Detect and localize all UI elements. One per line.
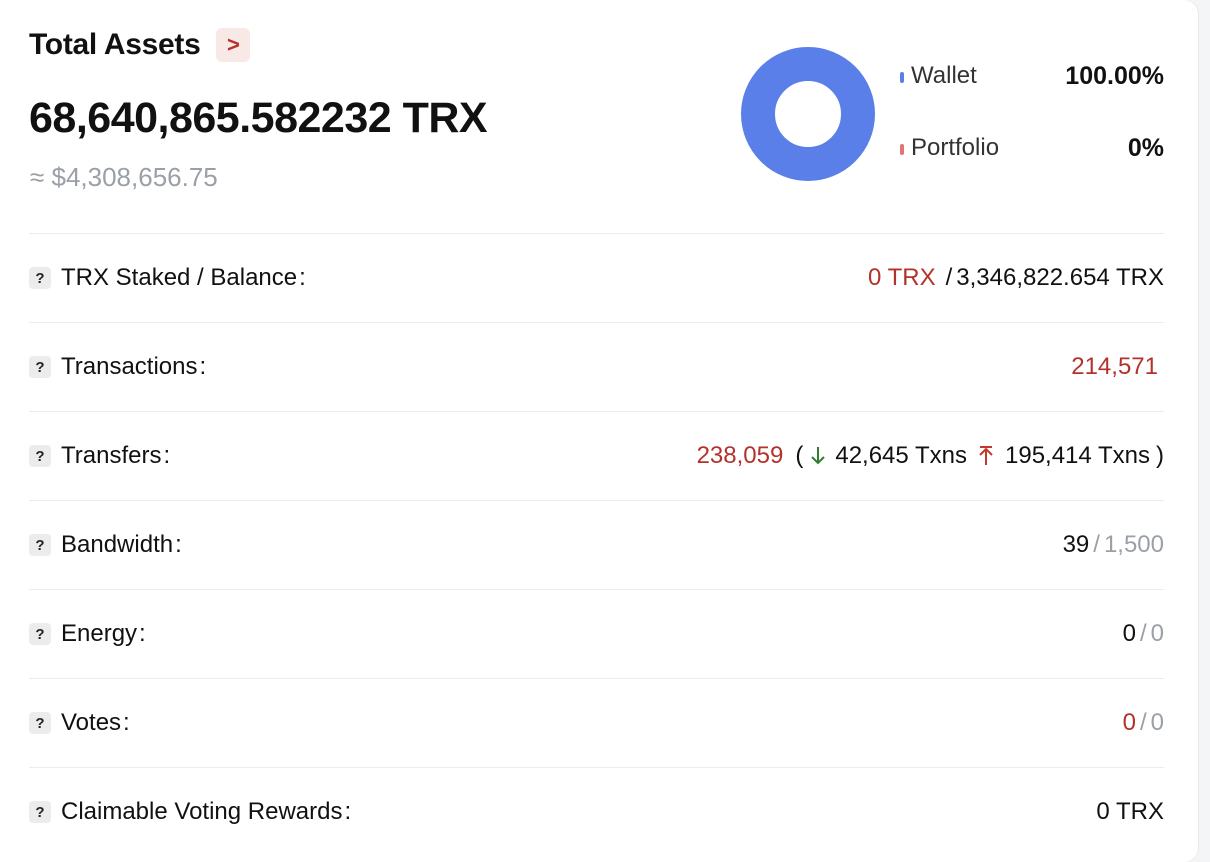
page-title: Total Assets xyxy=(29,28,201,61)
help-icon[interactable]: ? xyxy=(29,445,51,467)
legend-marker-portfolio xyxy=(900,144,904,155)
stat-value-group: 238,059 ( 42,645 Txns 195,414 Txns ) xyxy=(697,442,1164,470)
outgoing-transfers: 195,414 Txns xyxy=(1005,442,1150,469)
stat-value-group: 214,571 xyxy=(1071,353,1164,381)
stat-value-group: 0 / 0 xyxy=(1123,620,1164,648)
energy-limit: 0 xyxy=(1150,620,1164,647)
rewards-value: 0 TRX xyxy=(1096,798,1164,825)
arrow-up-icon xyxy=(979,446,993,465)
staked-value-link[interactable]: 0 TRX xyxy=(868,264,936,292)
help-icon[interactable]: ? xyxy=(29,267,51,289)
stat-colon: : xyxy=(299,264,306,291)
stat-label-group: ? Transfers : xyxy=(29,442,170,470)
total-assets-usd: ≈ $4,308,656.75 xyxy=(30,162,218,192)
expand-arrow-button[interactable]: > xyxy=(216,28,251,62)
votes-limit: 0 xyxy=(1150,709,1164,736)
help-icon[interactable]: ? xyxy=(29,712,51,734)
stat-label-group: ? Claimable Voting Rewards : xyxy=(29,798,351,826)
value-separator: / xyxy=(945,264,953,291)
stat-label: Claimable Voting Rewards xyxy=(61,798,343,825)
legend-value-portfolio: 0% xyxy=(1127,134,1164,162)
legend-marker-wallet xyxy=(900,72,904,83)
stat-label: Bandwidth xyxy=(61,531,174,558)
legend-item-portfolio: Portfolio 0% xyxy=(898,134,1164,206)
arrow-down-icon xyxy=(811,447,826,465)
stat-row-energy: ? Energy : 0 / 0 xyxy=(29,589,1164,678)
legend-label-portfolio: Portfolio xyxy=(911,134,1000,161)
bandwidth-used: 39 xyxy=(1062,531,1090,558)
help-icon[interactable]: ? xyxy=(29,801,51,823)
stat-label-group: ? Bandwidth : xyxy=(29,531,182,559)
stat-value-group: 0 TRX xyxy=(1096,798,1164,826)
stat-label: Votes xyxy=(61,709,122,736)
legend-item-wallet: Wallet 100.00% xyxy=(898,62,1164,134)
account-stats-list: ? TRX Staked / Balance : 0 TRX / 3,346,8… xyxy=(29,233,1164,856)
help-icon[interactable]: ? xyxy=(29,534,51,556)
total-assets-value: 68,640,865.582232 TRX xyxy=(29,94,488,142)
stat-colon: : xyxy=(163,442,171,469)
stat-label-group: ? Energy : xyxy=(29,620,146,648)
stat-colon: : xyxy=(175,531,182,558)
value-separator: / xyxy=(1139,620,1147,647)
open-paren: ( xyxy=(795,442,804,469)
asset-distribution-donut xyxy=(741,47,875,181)
help-icon[interactable]: ? xyxy=(29,623,51,645)
stat-row-staked: ? TRX Staked / Balance : 0 TRX / 3,346,8… xyxy=(29,233,1164,322)
stat-label-group: ? TRX Staked / Balance : xyxy=(29,264,306,292)
energy-used: 0 xyxy=(1122,620,1136,647)
stat-label-group: ? Transactions : xyxy=(29,353,206,381)
balance-value: 3,346,822.654 TRX xyxy=(956,264,1164,291)
stat-label: Transactions xyxy=(61,353,198,380)
stat-label-group: ? Votes : xyxy=(29,709,130,737)
stat-colon: : xyxy=(139,620,146,647)
value-separator: / xyxy=(1139,709,1147,736)
legend-label-wallet: Wallet xyxy=(911,62,977,89)
donut-slice-wallet xyxy=(741,47,875,181)
stat-value-group: 39 / 1,500 xyxy=(1063,531,1164,559)
incoming-transfers: 42,645 Txns xyxy=(835,442,967,469)
chart-legend: Wallet 100.00% Portfolio 0% xyxy=(898,62,1164,206)
legend-value-wallet: 100.00% xyxy=(1065,62,1164,90)
close-paren: ) xyxy=(1156,442,1164,469)
stat-label: Energy xyxy=(61,620,138,647)
value-separator: / xyxy=(1093,531,1100,558)
stat-row-bandwidth: ? Bandwidth : 39 / 1,500 xyxy=(29,500,1164,589)
stat-value-group: 0 TRX / 3,346,822.654 TRX xyxy=(868,264,1164,292)
stat-value-group: 0 / 0 xyxy=(1123,709,1164,737)
transfers-count-link[interactable]: 238,059 xyxy=(697,442,784,470)
stat-row-transactions: ? Transactions : 214,571 xyxy=(29,322,1164,411)
total-assets-card: Total Assets > 68,640,865.582232 TRX ≈ $… xyxy=(0,0,1198,862)
stat-label: Transfers xyxy=(61,442,162,469)
stat-row-votes: ? Votes : 0 / 0 xyxy=(29,678,1164,767)
stat-colon: : xyxy=(123,709,130,736)
total-assets-header: Total Assets > xyxy=(29,28,251,62)
transactions-count-link[interactable]: 214,571 xyxy=(1071,353,1158,381)
bandwidth-limit: 1,500 xyxy=(1103,531,1164,558)
stat-label: TRX Staked / Balance xyxy=(61,264,298,291)
stat-colon: : xyxy=(199,353,207,380)
stat-colon: : xyxy=(344,798,352,825)
help-icon[interactable]: ? xyxy=(29,356,51,378)
stat-row-transfers: ? Transfers : 238,059 ( 42,645 Txns 195,… xyxy=(29,411,1164,500)
votes-used-link[interactable]: 0 xyxy=(1123,709,1136,737)
stat-row-rewards: ? Claimable Voting Rewards : 0 TRX xyxy=(29,767,1164,856)
